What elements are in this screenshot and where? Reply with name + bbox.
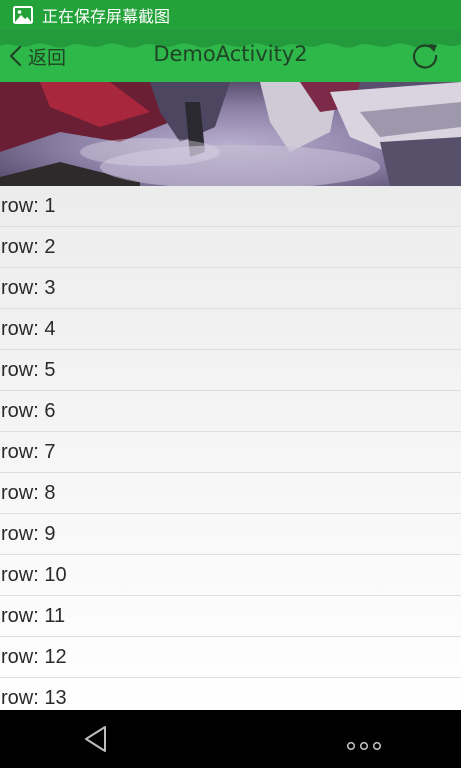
banner-image — [0, 82, 461, 186]
list-item[interactable]: row: 5 — [0, 350, 461, 391]
triangle-back-icon[interactable] — [82, 724, 110, 754]
list-item[interactable]: row: 3 — [0, 268, 461, 309]
list-item-label: row: 5 — [1, 358, 56, 381]
list-item[interactable]: row: 2 — [0, 227, 461, 268]
list-item[interactable]: row: 4 — [0, 309, 461, 350]
list-item-label: row: 12 — [1, 645, 67, 668]
list-item-label: row: 6 — [1, 399, 56, 422]
list-item-label: row: 10 — [1, 563, 67, 586]
page-title: DemoActivity2 — [153, 42, 308, 66]
list-item[interactable]: row: 1 — [0, 186, 461, 227]
screen: 正在保存屏幕截图 返回 DemoActivity2 row: 1 row: 2 … — [0, 0, 461, 768]
list-item-label: row: 7 — [1, 440, 56, 463]
list-item[interactable]: row: 9 — [0, 514, 461, 555]
list-item[interactable]: row: 11 — [0, 596, 461, 637]
more-dots-icon[interactable] — [346, 740, 382, 752]
image-icon — [13, 6, 33, 24]
header-bar: 返回 DemoActivity2 — [0, 30, 461, 82]
row-list[interactable]: row: 1 row: 2 row: 3 row: 4 row: 5 row: 6 row:… — [0, 186, 461, 710]
list-item-label: row: 3 — [1, 276, 56, 299]
list-item[interactable]: row: 12 — [0, 637, 461, 678]
list-item-label: row: 11 — [1, 604, 66, 627]
navigation-bar — [0, 710, 461, 768]
refresh-icon[interactable] — [409, 40, 441, 72]
list-item[interactable]: row: 10 — [0, 555, 461, 596]
list-item-label: row: 1 — [1, 194, 56, 217]
list-item-label: row: 13 — [1, 686, 67, 709]
list-item[interactable]: row: 7 — [0, 432, 461, 473]
list-item-label: row: 9 — [1, 522, 56, 545]
list-item[interactable]: row: 13 — [0, 678, 461, 710]
list-item-label: row: 2 — [1, 235, 56, 258]
list-item[interactable]: row: 8 — [0, 473, 461, 514]
list-item[interactable]: row: 6 — [0, 391, 461, 432]
list-item-label: row: 8 — [1, 481, 56, 504]
status-message: 正在保存屏幕截图 — [42, 7, 171, 26]
status-bar: 正在保存屏幕截图 — [0, 0, 461, 30]
list-item-label: row: 4 — [1, 317, 56, 340]
